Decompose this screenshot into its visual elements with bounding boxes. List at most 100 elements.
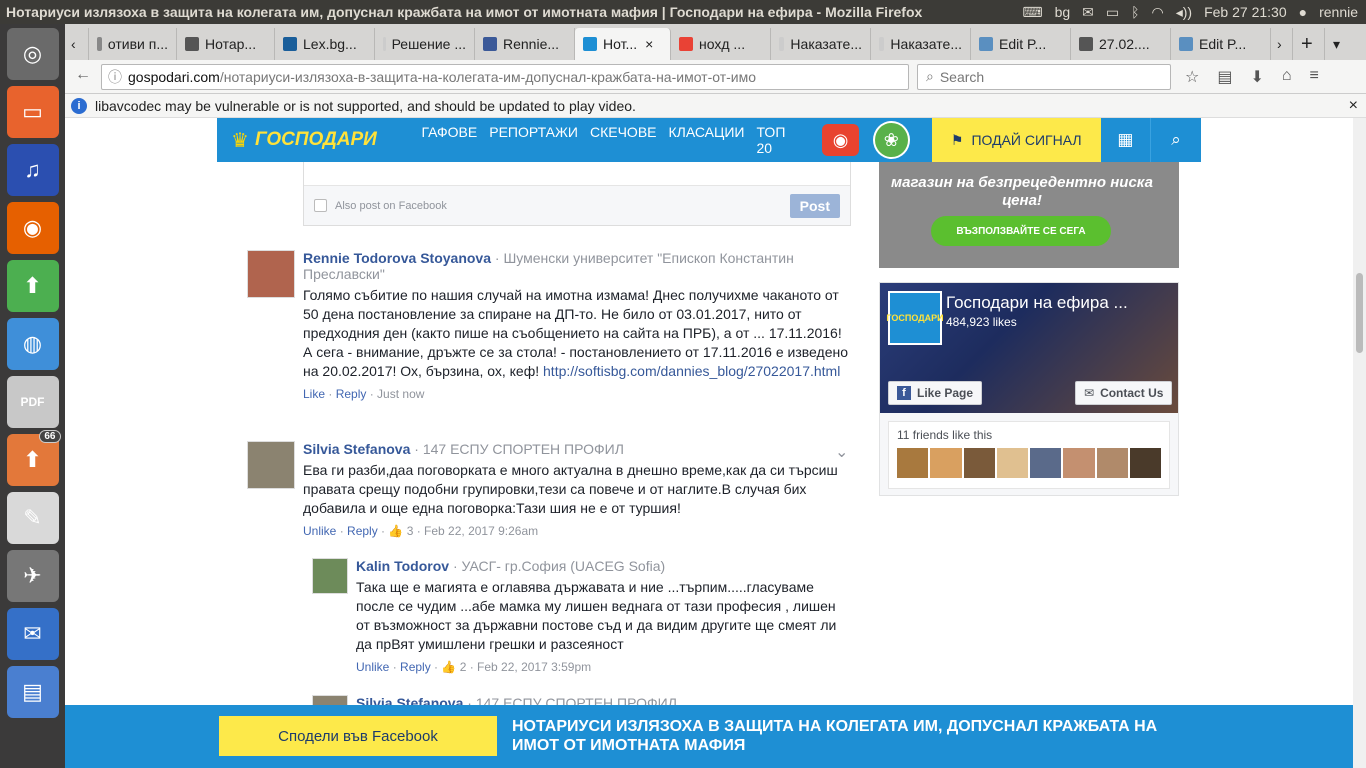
- facebook-page-title[interactable]: Господари на ефира ...: [946, 293, 1128, 313]
- comment-time[interactable]: Feb 22, 2017 3:59pm: [477, 660, 591, 674]
- browser-tab[interactable]: Решение ...: [375, 28, 475, 60]
- promo-button[interactable]: ВЪЗПОЛЗВАЙТЕ СЕ СЕГА: [931, 216, 1111, 246]
- ubuntu-dash-icon[interactable]: ◎: [6, 28, 59, 80]
- close-icon[interactable]: ×: [1349, 97, 1358, 115]
- close-tab-icon[interactable]: ×: [645, 36, 653, 52]
- bluetooth-icon[interactable]: ᛒ: [1131, 4, 1139, 20]
- avatar[interactable]: [247, 250, 295, 298]
- comment-link[interactable]: http://softisbg.com/dannies_blog/2702201…: [543, 363, 840, 379]
- comment-time[interactable]: Just now: [377, 387, 424, 401]
- tabs-scroll-right-icon[interactable]: ›: [1271, 28, 1293, 60]
- bookmark-star-icon[interactable]: ☆: [1185, 67, 1199, 87]
- tab-label: 27.02....: [1099, 36, 1150, 52]
- writer-icon[interactable]: ▤: [6, 666, 59, 718]
- paw-icon[interactable]: ❀: [872, 121, 910, 159]
- keyboard-icon[interactable]: ⌨: [1022, 4, 1042, 21]
- like-link[interactable]: Like: [303, 387, 325, 401]
- promo-banner[interactable]: магазин на безпрецедентно ниска цена! ВЪ…: [879, 154, 1179, 268]
- user-icon[interactable]: ●: [1299, 4, 1307, 20]
- facebook-cover[interactable]: ГОСПОДАРИ Господари на ефира ... 484,923…: [880, 283, 1178, 413]
- mail-icon[interactable]: ✉: [1082, 4, 1094, 21]
- home-icon[interactable]: ⌂: [1282, 67, 1292, 87]
- reply-link[interactable]: Reply: [347, 524, 378, 538]
- chromium-icon[interactable]: ◍: [6, 318, 59, 370]
- friend-avatar[interactable]: [1030, 448, 1062, 478]
- thunderbird-icon[interactable]: ✉: [6, 608, 59, 660]
- audacity-icon[interactable]: ♫: [6, 144, 59, 196]
- info-icon[interactable]: ⓘ: [108, 67, 122, 87]
- site-menu-item[interactable]: КЛАСАЦИИ: [669, 124, 745, 156]
- updater-icon[interactable]: ⬆ 66: [6, 430, 61, 486]
- site-menu-item[interactable]: ГАФОВЕ: [422, 124, 478, 156]
- share-facebook-button[interactable]: Сподели във Facebook: [219, 716, 497, 756]
- comment: Rennie Todorova Stoyanova · Шуменски уни…: [247, 250, 851, 401]
- firefox-icon[interactable]: ◉: [6, 202, 59, 254]
- page-scrollbar[interactable]: [1353, 118, 1366, 768]
- site-search-icon[interactable]: ⌕: [1151, 118, 1201, 162]
- menu-icon[interactable]: ≡: [1310, 67, 1319, 87]
- tab-label: Edit P...: [999, 36, 1047, 52]
- volume-icon[interactable]: ◂)): [1176, 4, 1192, 21]
- browser-tab[interactable]: нохд ...: [671, 28, 771, 60]
- pdf-icon[interactable]: PDF: [6, 376, 59, 428]
- avatar[interactable]: [247, 441, 295, 489]
- browser-tab[interactable]: Нотар...: [177, 28, 275, 60]
- site-menu-item[interactable]: ТОП 20: [757, 124, 791, 156]
- back-icon[interactable]: ←: [75, 66, 91, 84]
- comment-time[interactable]: Feb 22, 2017 9:26am: [424, 524, 538, 538]
- clock[interactable]: Feb 27 21:30: [1204, 4, 1287, 20]
- tab-list-icon[interactable]: ▾: [1325, 28, 1353, 60]
- user-name[interactable]: rennie: [1319, 4, 1358, 20]
- like-page-button[interactable]: f Like Page: [888, 381, 983, 405]
- friend-avatar[interactable]: [1063, 448, 1095, 478]
- site-logo[interactable]: ♛ ГОСПОДАРИ: [217, 128, 422, 153]
- avatar[interactable]: [312, 558, 348, 594]
- files-icon[interactable]: ▭: [6, 86, 59, 138]
- reading-list-icon[interactable]: ▤: [1217, 67, 1232, 87]
- unlike-link[interactable]: Unlike: [356, 660, 389, 674]
- browser-tab[interactable]: Rennie...: [475, 28, 575, 60]
- new-tab-icon[interactable]: +: [1293, 28, 1325, 60]
- reply-link[interactable]: Reply: [400, 660, 431, 674]
- backup-icon[interactable]: ⬆: [6, 260, 59, 312]
- browser-tab[interactable]: отиви п...: [89, 28, 177, 60]
- browser-tab[interactable]: Edit P...: [971, 28, 1071, 60]
- reply-link[interactable]: Reply: [336, 387, 367, 401]
- text-editor-icon[interactable]: ✎: [6, 492, 59, 544]
- url-bar[interactable]: ⓘ gospodari.com/нотариуси-излязоха-в-защ…: [101, 63, 909, 90]
- browser-tab[interactable]: Нот... ×: [575, 28, 671, 60]
- friend-avatar[interactable]: [897, 448, 929, 478]
- commenter-name[interactable]: Kalin Todorov: [356, 558, 449, 574]
- commenter-name[interactable]: Rennie Todorova Stoyanova: [303, 250, 491, 266]
- post-button[interactable]: Post: [789, 193, 840, 218]
- calendar-icon[interactable]: ▦: [1101, 118, 1151, 162]
- friend-avatar[interactable]: [996, 448, 1028, 478]
- site-menu-item[interactable]: СКЕЧОВЕ: [590, 124, 657, 156]
- wifi-icon[interactable]: ◠: [1152, 4, 1164, 21]
- friend-avatar[interactable]: [963, 448, 995, 478]
- report-signal-button[interactable]: ⚑ ПОДАЙ СИГНАЛ: [931, 118, 1101, 162]
- unlike-link[interactable]: Unlike: [303, 524, 336, 538]
- site-menu-item[interactable]: РЕПОРТАЖИ: [489, 124, 578, 156]
- search-input[interactable]: ⌕ Search: [917, 63, 1171, 90]
- contact-us-button[interactable]: ✉ Contact Us: [1075, 381, 1173, 405]
- comment-options-chevron-icon[interactable]: ⌄: [835, 442, 848, 462]
- post-on-facebook-checkbox[interactable]: [314, 199, 327, 212]
- download-icon[interactable]: ⬇: [1250, 67, 1263, 87]
- battery-icon[interactable]: ▭: [1106, 4, 1119, 21]
- browser-tab[interactable]: Lex.bg...: [275, 28, 375, 60]
- friend-avatar[interactable]: [930, 448, 962, 478]
- browser-tab[interactable]: Наказате...: [771, 28, 871, 60]
- tabs-scroll-left-icon[interactable]: ‹: [65, 28, 89, 60]
- scrollbar-thumb[interactable]: [1356, 273, 1363, 353]
- camera-icon[interactable]: ◉: [822, 124, 859, 156]
- browser-tab[interactable]: 27.02....: [1071, 28, 1171, 60]
- keyboard-layout[interactable]: bg: [1055, 4, 1071, 20]
- friend-avatar[interactable]: [1096, 448, 1128, 478]
- friend-avatar[interactable]: [1129, 448, 1161, 478]
- commenter-name[interactable]: Silvia Stefanova: [303, 441, 410, 457]
- browser-tab[interactable]: Наказате...: [871, 28, 971, 60]
- facebook-page-logo[interactable]: ГОСПОДАРИ: [886, 291, 944, 345]
- plane-icon[interactable]: ✈: [6, 550, 59, 602]
- browser-tab[interactable]: Edit P...: [1171, 28, 1271, 60]
